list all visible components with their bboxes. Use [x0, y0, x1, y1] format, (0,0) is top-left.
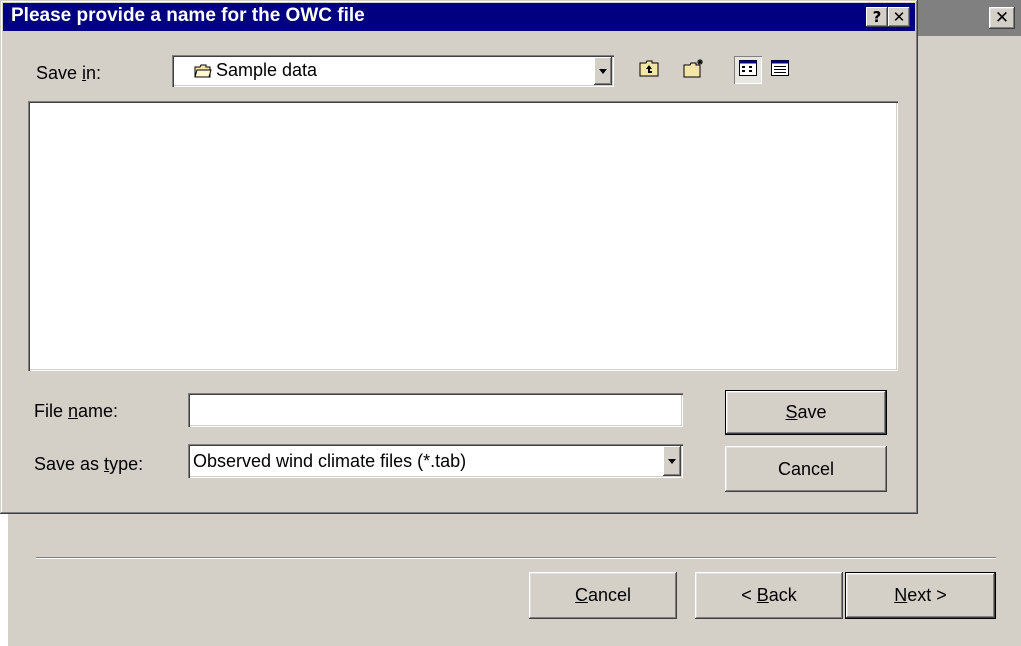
next-button[interactable]: Next > — [845, 572, 996, 619]
save-in-label-pre: Save — [36, 63, 83, 83]
list-view-button[interactable] — [734, 56, 762, 84]
save-accel: S — [785, 402, 798, 422]
file-name-label-post: ame: — [78, 401, 119, 421]
file-name-input[interactable] — [188, 393, 683, 427]
create-new-folder-icon — [683, 58, 705, 83]
save-as-type-dropdown[interactable]: Observed wind climate files (*.tab) — [188, 444, 683, 478]
help-button[interactable]: ? — [866, 7, 888, 27]
file-name-accel: n — [68, 401, 79, 421]
wizard-cancel-text: ancel — [587, 585, 632, 605]
cancel-button[interactable]: Cancel — [725, 446, 887, 492]
list-view-icon — [739, 59, 757, 81]
cancel-label: Cancel — [777, 458, 835, 479]
save-in-label: Save in: — [36, 63, 101, 84]
dialog-close-button[interactable]: ✕ — [888, 7, 910, 27]
chevron-down-icon[interactable] — [594, 57, 612, 85]
next-label: Next > — [894, 585, 947, 606]
save-as-type-label: Save as type: — [34, 454, 143, 475]
back-text: ack — [768, 585, 797, 605]
save-as-type-value: Observed wind climate files (*.tab) — [193, 451, 467, 471]
wizard-cancel-button[interactable]: Cancel — [529, 572, 677, 619]
folder-icon — [194, 62, 212, 78]
save-dialog: Please provide a name for the OWC file ?… — [0, 0, 918, 514]
file-name-label-pre: File — [34, 401, 69, 421]
back-prefix: < — [741, 585, 757, 605]
wizard-cancel-label: Cancel — [575, 585, 631, 606]
up-one-level-button[interactable] — [635, 56, 663, 84]
save-in-value: Sample data — [216, 60, 318, 80]
next-text: ext > — [907, 585, 947, 605]
up-one-level-icon — [639, 59, 659, 82]
save-in-dropdown[interactable]: Sample data — [172, 55, 614, 87]
dialog-title: Please provide a name for the OWC file — [11, 5, 365, 26]
wizard-cancel-accel: C — [574, 585, 588, 605]
file-list[interactable] — [28, 101, 898, 371]
back-accel: B — [756, 585, 769, 605]
save-text: ave — [797, 402, 827, 422]
save-as-type-label-post: ype: — [109, 454, 144, 474]
save-button[interactable]: Save — [725, 390, 887, 435]
wizard-separator — [36, 557, 996, 559]
back-label: < Back — [741, 585, 797, 606]
file-name-label: File name: — [34, 401, 118, 422]
close-icon: ✕ — [994, 7, 1010, 28]
create-new-folder-button[interactable] — [680, 56, 708, 84]
chevron-down-icon[interactable] — [663, 446, 681, 476]
details-view-icon — [771, 59, 789, 81]
next-accel: N — [894, 585, 908, 605]
close-icon: ✕ — [892, 7, 906, 26]
help-icon: ? — [872, 7, 882, 26]
wizard-close-button[interactable]: ✕ — [989, 7, 1015, 29]
back-button[interactable]: < Back — [695, 572, 843, 619]
dialog-titlebar: Please provide a name for the OWC file ?… — [3, 3, 915, 31]
details-view-button[interactable] — [766, 56, 794, 84]
save-label: Save — [785, 402, 826, 423]
save-as-type-label-pre: Save as — [34, 454, 105, 474]
save-in-label-post: n: — [86, 63, 102, 83]
